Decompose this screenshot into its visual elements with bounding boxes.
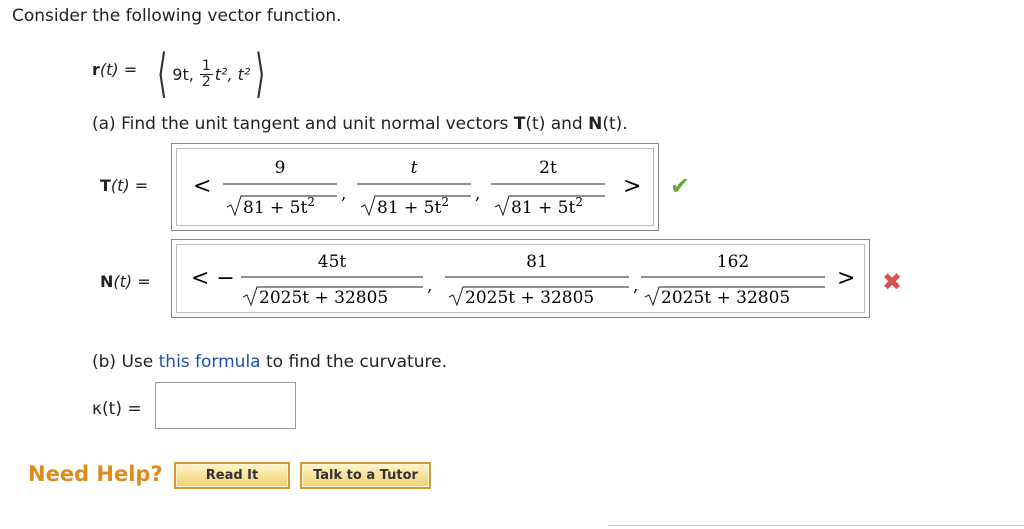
right-angle-bracket: ⟩ [255, 44, 266, 104]
T-num-2: t [411, 158, 418, 178]
r-comp1: 9t, [172, 64, 194, 84]
T-num-3: 2t [539, 158, 557, 178]
part-b-post: to find the curvature. [260, 352, 447, 372]
N-den-3: 2025t + 32805 [661, 288, 790, 308]
N-label-bold: N [100, 272, 114, 291]
part-a-T: T [513, 114, 526, 134]
part-a-text: (a) Find the unit tangent and unit norma… [92, 114, 514, 134]
r-frac-num: 1 [199, 57, 213, 75]
read-it-button[interactable]: Read It [174, 462, 290, 489]
part-a-mid: (t) and [525, 114, 589, 134]
N-label-rest: (t) = [113, 272, 151, 291]
N-num-2: 81 [526, 252, 548, 272]
N-inner-box: < − 45t 2025t + 32805 , 81 2025t + 32805… [176, 244, 865, 313]
r-vector: ⟨ 9t, 1 2 t², t² ⟩ [152, 44, 271, 104]
N-comma-1: , [427, 276, 432, 296]
T-expression: < 9 81 + 5t2 , t 81 + 5t2 , 2t 81 + 5t2 … [193, 158, 641, 218]
N-num-1: 45t [318, 252, 347, 272]
N-den-2: 2025t + 32805 [465, 288, 594, 308]
part-b-pre: (b) Use [92, 352, 159, 372]
part-b-prompt: (b) Use this formula to find the curvatu… [92, 352, 447, 372]
N-label: N(t) = [100, 272, 151, 291]
T-close: > [623, 174, 641, 199]
part-a-prompt: (a) Find the unit tangent and unit norma… [92, 114, 628, 134]
T-answer-box[interactable]: < 9 81 + 5t2 , t 81 + 5t2 , 2t 81 + 5t2 … [171, 143, 659, 231]
T-den-1: 81 + 5t2 [243, 195, 315, 218]
part-a-N: N [588, 114, 603, 134]
N-den-1: 2025t + 32805 [259, 288, 388, 308]
correct-check-icon: ✔ [670, 172, 691, 200]
T-label-bold: T [100, 176, 111, 195]
r-comp2: t², t² [214, 64, 251, 84]
r-label: r(t) = [92, 60, 137, 79]
r-label-bold: r [92, 60, 100, 79]
kappa-label: κ(t) = [92, 399, 142, 419]
formula-link[interactable]: this formula [159, 352, 261, 372]
intro-text: Consider the following vector function. [12, 6, 342, 26]
N-expression: < − 45t 2025t + 32805 , 81 2025t + 32805… [191, 252, 855, 308]
r-fraction: 1 2 [199, 57, 213, 90]
r-frac-den: 2 [201, 73, 211, 90]
curvature-input[interactable] [155, 382, 296, 429]
N-answer-box[interactable]: < − 45t 2025t + 32805 , 81 2025t + 32805… [171, 239, 870, 318]
N-close: > [837, 266, 855, 291]
talk-to-tutor-button[interactable]: Talk to a Tutor [300, 462, 431, 489]
T-num-1: 9 [275, 158, 286, 178]
T-open: < [193, 174, 211, 199]
incorrect-cross-icon: ✖ [882, 268, 903, 296]
N-num-3: 162 [717, 252, 749, 272]
T-den-3: 81 + 5t2 [511, 195, 583, 218]
T-den-2: 81 + 5t2 [377, 195, 449, 218]
part-a-post: (t). [602, 114, 628, 134]
left-angle-bracket: ⟨ [157, 44, 168, 104]
T-label-rest: (t) = [110, 176, 149, 195]
N-open: < − [191, 266, 235, 291]
r-label-rest: (t) = [99, 60, 138, 79]
T-comma-1: , [341, 184, 346, 204]
T-label: T(t) = [100, 176, 148, 195]
N-comma-2: , [633, 276, 638, 296]
bottom-divider [608, 525, 1024, 526]
T-inner-box: < 9 81 + 5t2 , t 81 + 5t2 , 2t 81 + 5t2 … [176, 148, 654, 226]
need-help-label: Need Help? [28, 462, 163, 486]
T-comma-2: , [475, 184, 480, 204]
